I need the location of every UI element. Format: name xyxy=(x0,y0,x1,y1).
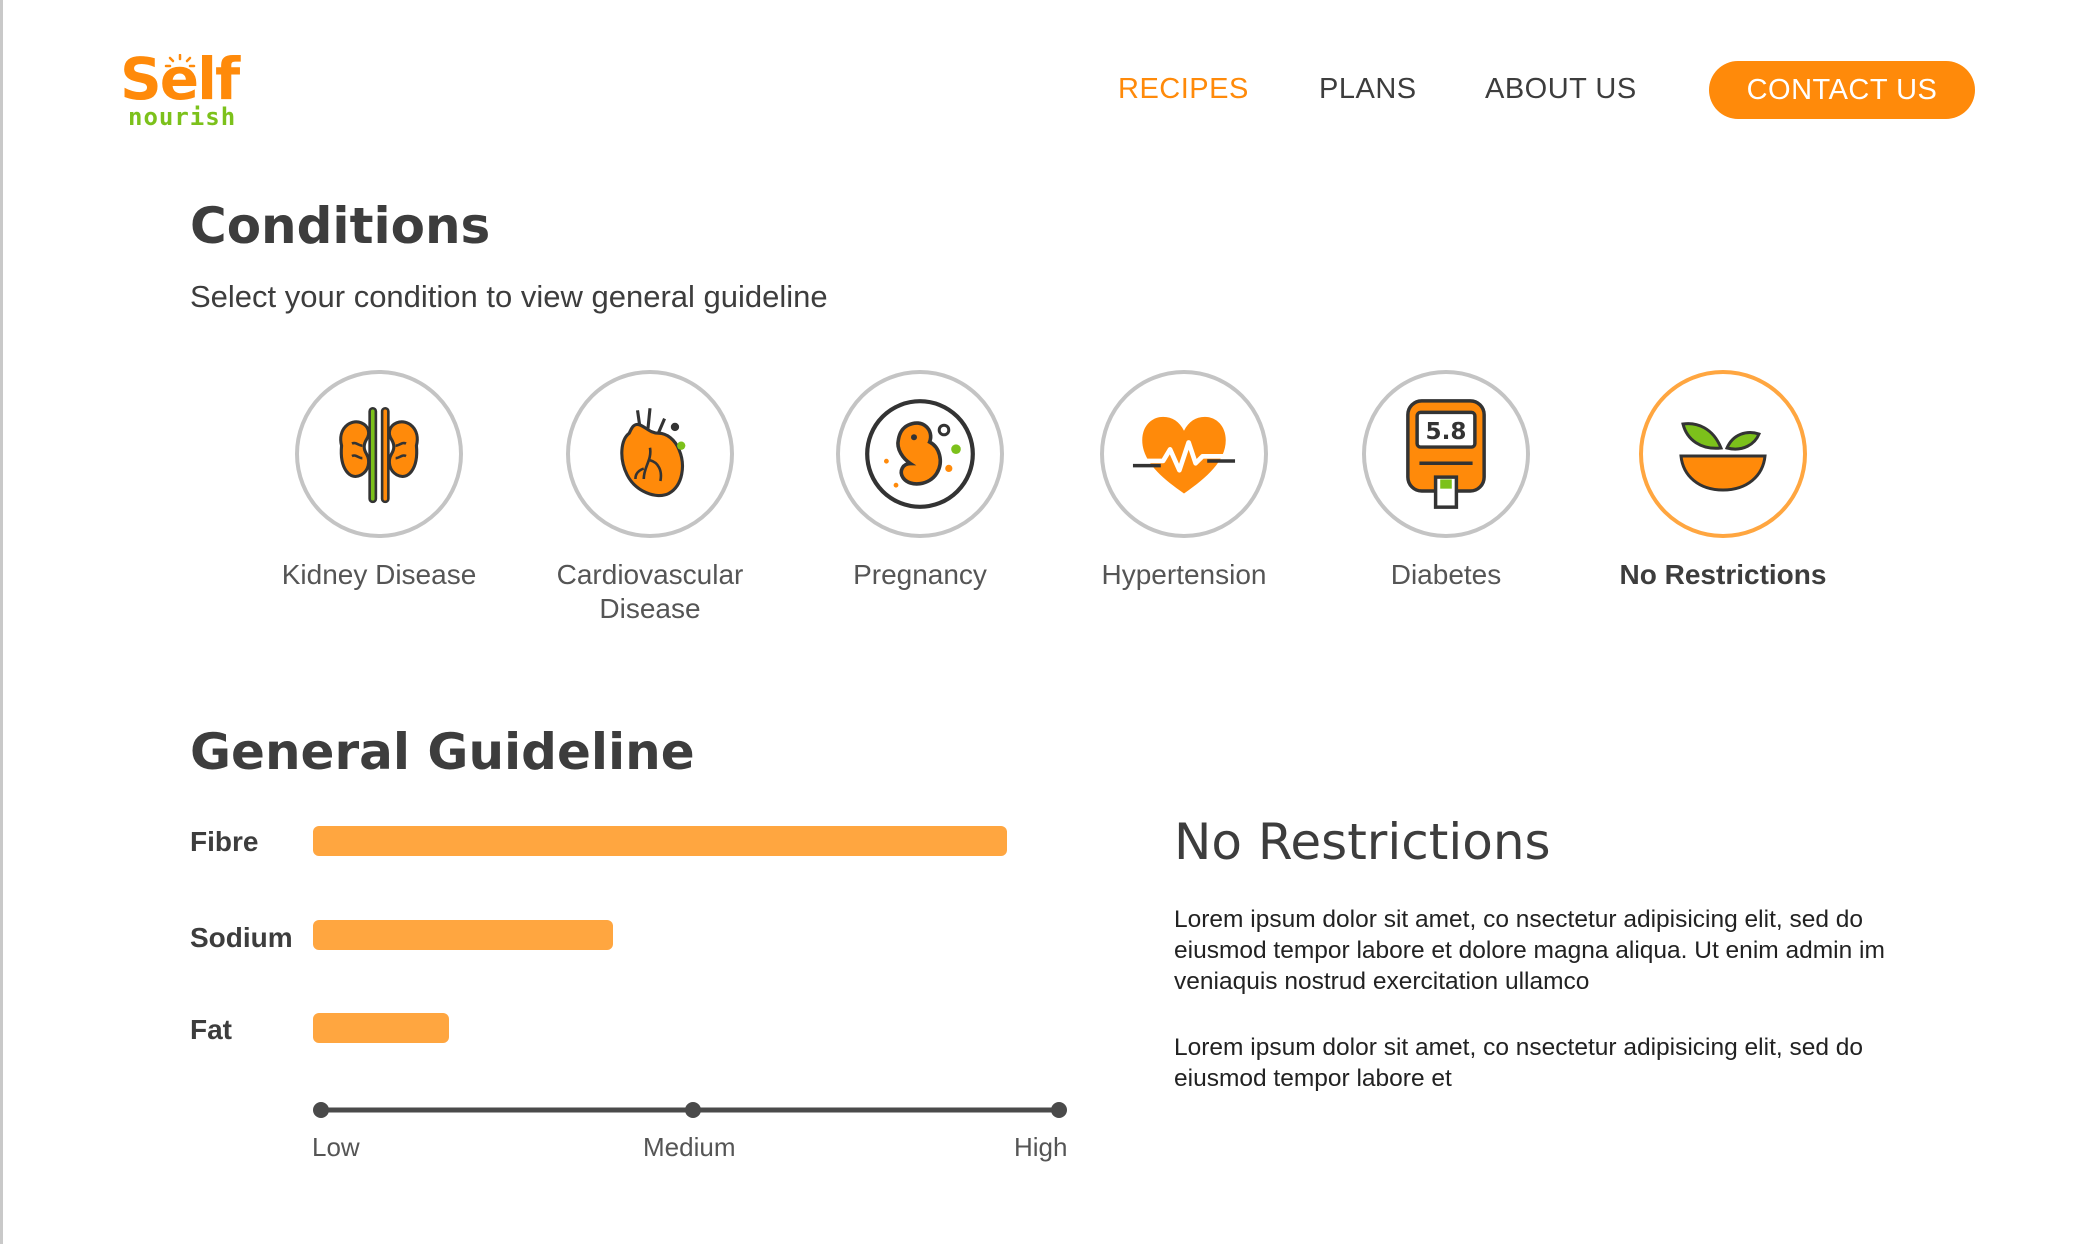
scale-marker-high xyxy=(1051,1102,1067,1118)
condition-circle xyxy=(836,370,1004,538)
glucose-meter-icon: 5.8 xyxy=(1406,399,1486,509)
bar-fill xyxy=(313,920,614,950)
heartbeat-icon xyxy=(1132,416,1236,494)
condition-label: Diabetes xyxy=(1390,559,1502,590)
sun-icon xyxy=(164,54,196,68)
nav-recipes[interactable]: RECIPES xyxy=(1118,72,1249,106)
detail-paragraph: Lorem ipsum dolor sit amet, co nsectetur… xyxy=(1174,1034,1864,1092)
condition-label: Hypertension xyxy=(1101,559,1267,590)
detail-title: No Restrictions xyxy=(1174,813,1551,871)
condition-label: Cardiovascular Disease xyxy=(556,559,744,624)
scale-label-medium: Medium xyxy=(643,1132,736,1162)
condition-label: Pregnancy xyxy=(853,559,987,590)
heart-organ-icon xyxy=(620,408,686,498)
logo[interactable]: Self nourish xyxy=(120,48,250,130)
condition-label: No Restrictions xyxy=(1619,559,1827,590)
bar-label-fat: Fat xyxy=(190,1014,232,1045)
scale-label-low: Low xyxy=(312,1132,360,1162)
bar-fibre xyxy=(313,826,1028,856)
nav-plans[interactable]: PLANS xyxy=(1319,72,1417,106)
conditions-subtitle: Select your condition to view general gu… xyxy=(190,279,828,314)
bar-fill xyxy=(313,826,1007,856)
nav-about-us[interactable]: ABOUT US xyxy=(1485,72,1637,106)
bar-label-fibre: Fibre xyxy=(190,826,259,857)
condition-hypertension[interactable]: Hypertension xyxy=(1059,370,1309,592)
bar-fill xyxy=(313,1013,449,1043)
guideline-title: General Guideline xyxy=(190,723,695,781)
condition-pregnancy[interactable]: Pregnancy xyxy=(795,370,1045,592)
bar-label-sodium: Sodium xyxy=(190,922,293,953)
fetus-icon xyxy=(865,399,975,509)
condition-cardiovascular-disease[interactable]: Cardiovascular Disease xyxy=(525,370,775,626)
salad-bowl-icon xyxy=(1679,422,1767,492)
bar-fat xyxy=(313,1013,1028,1043)
kidney-icon xyxy=(339,406,419,504)
condition-circle: 5.8 xyxy=(1362,370,1530,538)
detail-paragraph: Lorem ipsum dolor sit amet, co nsectetur… xyxy=(1174,906,1885,995)
condition-circle xyxy=(566,370,734,538)
contact-us-button[interactable]: CONTACT US xyxy=(1709,61,1975,119)
scale-label-high: High xyxy=(1014,1132,1068,1162)
bar-sodium xyxy=(313,920,1028,950)
condition-circle xyxy=(295,370,463,538)
logo-wordmark-bottom: nourish xyxy=(128,103,237,131)
scale-marker-low xyxy=(313,1102,329,1118)
conditions-title: Conditions xyxy=(190,197,491,255)
condition-kidney-disease[interactable]: Kidney Disease xyxy=(254,370,504,592)
condition-circle xyxy=(1100,370,1268,538)
meter-reading: 5.8 xyxy=(1426,419,1467,445)
scale-marker-medium xyxy=(685,1102,701,1118)
condition-label: Kidney Disease xyxy=(281,559,477,590)
condition-diabetes[interactable]: 5.8 Diabetes xyxy=(1321,370,1571,592)
level-scale xyxy=(313,1102,1067,1118)
condition-no-restrictions[interactable]: No Restrictions xyxy=(1598,370,1848,592)
condition-circle xyxy=(1639,370,1807,538)
